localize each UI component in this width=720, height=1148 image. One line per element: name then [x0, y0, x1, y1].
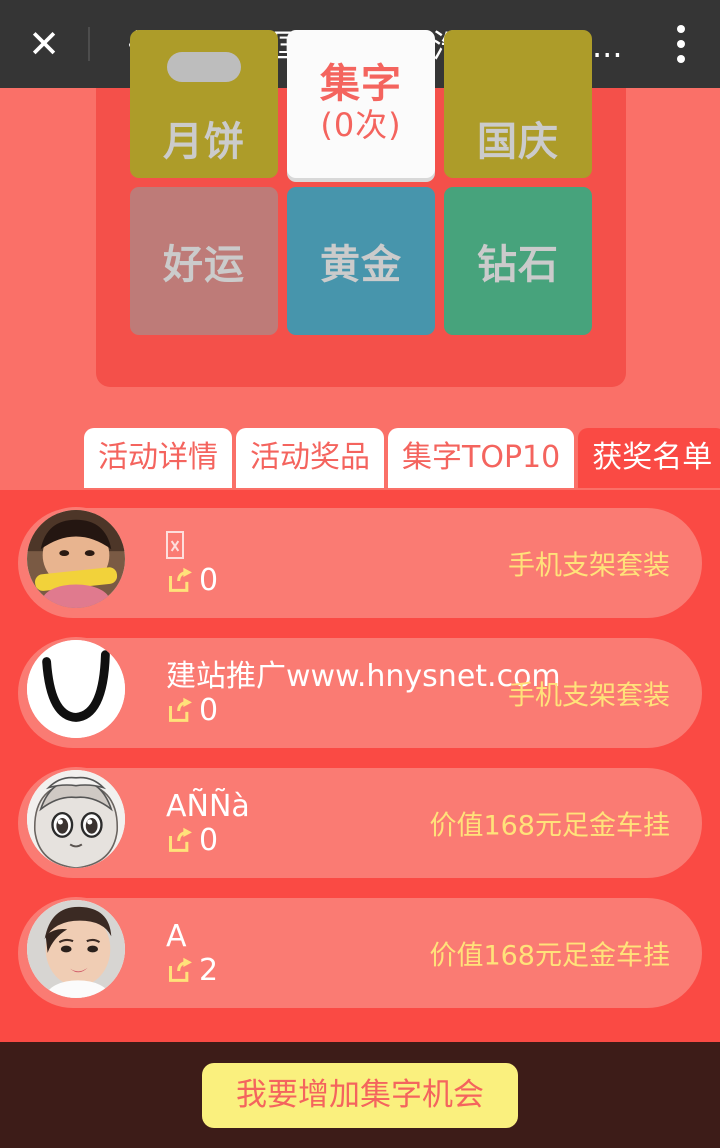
game-tile-label: 好运: [163, 242, 245, 288]
footer-bar: 我要增加集字机会: [0, 1042, 720, 1148]
share-count-group: 0: [166, 696, 561, 726]
prize-label: 价值168元足金车挂: [429, 940, 670, 972]
share-icon: [168, 567, 192, 592]
more-vertical-icon[interactable]: [642, 0, 720, 88]
list-item[interactable]: AÑÑà 0 价值168元足金车挂: [18, 767, 702, 878]
share-icon: [168, 957, 192, 982]
list-item-name: AÑÑà: [166, 789, 250, 824]
close-icon[interactable]: ✕: [0, 0, 88, 88]
list-item-info: 建站推广www.hnysnet.com 0: [166, 638, 561, 748]
missing-glyph-icon: [166, 530, 184, 559]
share-count-group: 2: [166, 956, 218, 986]
tab-bar: 活动详情 活动奖品 集字TOP10 获奖名单: [84, 428, 720, 488]
game-tile-label: 黄金: [320, 242, 402, 288]
game-tile-label: 月饼: [163, 119, 245, 165]
add-collect-chance-button[interactable]: 我要增加集字机会: [202, 1062, 518, 1128]
list-item[interactable]: 0 手机支架套装: [18, 507, 702, 618]
game-tile-count: (0次): [320, 106, 402, 144]
share-count: 2: [199, 953, 219, 988]
tab-winner-list[interactable]: 获奖名单: [578, 428, 720, 488]
avatar: [24, 767, 128, 871]
share-count: 0: [199, 562, 219, 598]
menu-dot: [677, 40, 685, 48]
prize-label: 手机支架套装: [508, 680, 670, 712]
avatar-image: [27, 900, 125, 998]
list-item[interactable]: A 2 价值168元足金车挂: [18, 897, 702, 1008]
winner-list: 0 手机支架套装 建站推广www.hnysnet.com 0 手机支架套装 AÑ…: [0, 490, 720, 1042]
tab-activity-prizes[interactable]: 活动奖品: [236, 428, 384, 488]
avatar-image: [27, 640, 125, 738]
share-icon: [168, 827, 192, 852]
game-tile-luck[interactable]: 好运: [130, 187, 278, 335]
list-item-info: 0: [166, 508, 218, 618]
avatar: [24, 637, 128, 741]
menu-dot: [677, 55, 685, 63]
avatar-image: [27, 510, 125, 608]
menu-dot: [677, 25, 685, 33]
game-tile-label: 钻石: [477, 242, 559, 288]
share-count: 0: [199, 693, 219, 728]
share-count: 0: [199, 823, 219, 858]
prize-label: 手机支架套装: [508, 550, 670, 582]
tab-collect-top10[interactable]: 集字TOP10: [388, 428, 575, 488]
list-item-info: AÑÑà 0: [166, 768, 250, 878]
list-item-info: A 2: [166, 898, 218, 1008]
game-tile-mooncake[interactable]: 月饼: [130, 30, 278, 178]
share-icon: [168, 697, 192, 722]
list-item-name: A: [166, 919, 187, 954]
prize-label: 价值168元足金车挂: [429, 810, 670, 842]
list-item[interactable]: 建站推广www.hnysnet.com 0 手机支架套装: [18, 637, 702, 748]
tab-activity-detail[interactable]: 活动详情: [84, 428, 232, 488]
collect-game-panel: 月饼 集字 (0次) 国庆 好运 黄金 钻石: [96, 30, 626, 387]
collect-game-grid: 月饼 集字 (0次) 国庆 好运 黄金 钻石: [130, 30, 592, 335]
game-tile-nationalday[interactable]: 国庆: [444, 30, 592, 178]
avatar-image: [27, 770, 125, 868]
list-item-name: [166, 530, 218, 563]
avatar: [24, 507, 128, 611]
game-tile-collect[interactable]: 集字 (0次): [287, 30, 435, 178]
share-count-group: 0: [166, 562, 219, 598]
game-tile-label: 集字: [320, 61, 402, 107]
share-count-group: 0: [166, 826, 250, 856]
avatar: [24, 897, 128, 1001]
tile-pill-decoration: [167, 52, 241, 82]
game-tile-diamond[interactable]: 钻石: [444, 187, 592, 335]
game-tile-label: 国庆: [477, 119, 559, 165]
list-item-name: 建站推广www.hnysnet.com: [166, 659, 561, 694]
game-tile-gold[interactable]: 黄金: [287, 187, 435, 335]
app-root: ✕ 《中秋遇上国庆》锡林浩特中国黄... 月饼 集字 (0次) 国庆 好: [0, 0, 720, 1148]
